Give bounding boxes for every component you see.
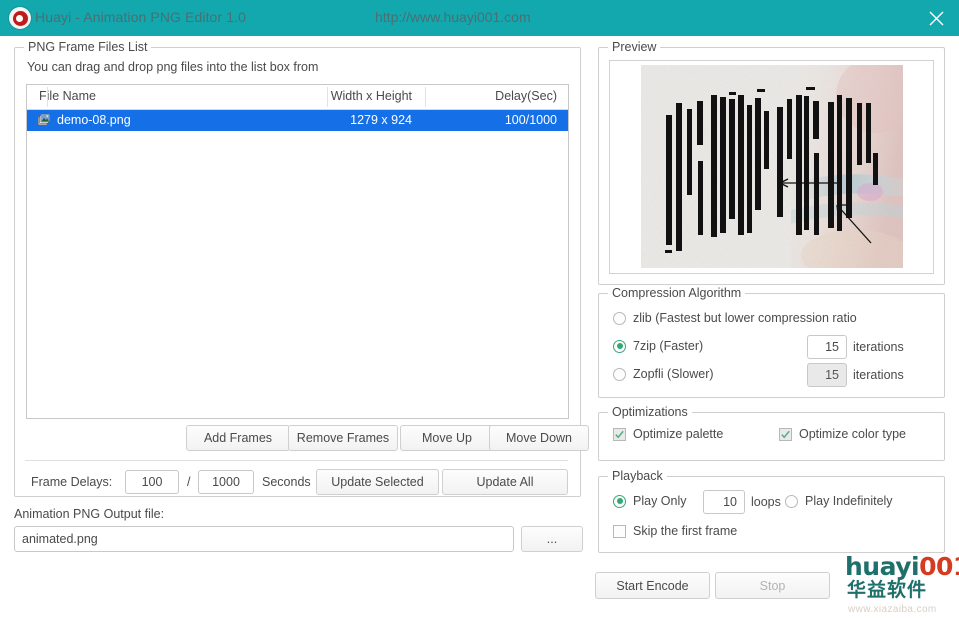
compression-algorithm-group: Compression Algorithm zlib (Fastest but … [598, 286, 945, 398]
radio-zlib-mark [613, 311, 626, 325]
checkbox-skip-mark [613, 524, 626, 538]
app-logo-icon [9, 7, 31, 29]
title-bar: Huayi - Animation PNG Editor 1.0 http://… [0, 0, 959, 36]
start-encode-button[interactable]: Start Encode [595, 572, 710, 599]
image-file-icon [37, 113, 51, 126]
radio-zlib[interactable]: zlib (Fastest but lower compression rati… [613, 311, 857, 325]
delay-separator: / [187, 475, 191, 489]
radio-7zip[interactable]: 7zip (Faster) [613, 339, 703, 353]
delay-denominator-input[interactable]: 1000 [198, 470, 254, 494]
cell-file-name: demo-08.png [57, 113, 131, 127]
logo-wordmark: huayi001 [844, 552, 959, 581]
close-button[interactable] [913, 0, 959, 36]
huayi-logo: 2 huayi001 华益软件 www.xiazaiba.com [839, 553, 959, 615]
preview-image-content [641, 65, 903, 268]
radio-zopfli[interactable]: Zopfli (Slower) [613, 367, 714, 381]
column-header-dimensions[interactable]: Width x Height [277, 89, 412, 103]
checkbox-optimize-color-type[interactable]: Optimize color type [779, 427, 906, 441]
radio-play-only[interactable]: Play Only [613, 494, 687, 508]
move-down-button[interactable]: Move Down [489, 425, 589, 451]
loops-label: loops [751, 495, 781, 509]
radio-zopfli-label: Zopfli (Slower) [633, 367, 714, 381]
output-file-label: Animation PNG Output file: [14, 507, 165, 521]
logo-word-a: huayi [844, 552, 921, 581]
frame-buttons-row: Add Frames Remove Frames Move Up Move Do… [15, 425, 589, 453]
column-divider [425, 87, 426, 107]
checkbox-colortype-mark [779, 427, 792, 441]
checkbox-optimize-palette[interactable]: Optimize palette [613, 427, 723, 441]
preview-legend: Preview [608, 40, 661, 54]
delay-numerator-input[interactable]: 100 [125, 470, 179, 494]
logo-word-b: 001 [918, 552, 959, 581]
preview-image [641, 65, 903, 268]
checkbox-colortype-label: Optimize color type [799, 427, 906, 441]
checkbox-palette-label: Optimize palette [633, 427, 724, 441]
compression-legend: Compression Algorithm [608, 286, 746, 300]
add-frames-button[interactable]: Add Frames [186, 425, 290, 451]
iterations-zopfli-input: 15 [807, 363, 847, 387]
radio-7zip-label: 7zip (Faster) [633, 339, 704, 353]
frames-list-box[interactable]: File Name Width x Height Delay(Sec) demo… [26, 84, 569, 419]
loops-input[interactable]: 10 [703, 490, 745, 514]
column-divider [47, 87, 48, 107]
update-selected-button[interactable]: Update Selected [316, 469, 439, 495]
radio-play-only-mark [613, 494, 626, 508]
cell-dimensions: 1279 x 924 [350, 113, 412, 127]
check-icon [615, 430, 624, 438]
move-up-button[interactable]: Move Up [400, 425, 494, 451]
optimizations-group: Optimizations Optimize palette Optimize … [598, 405, 945, 461]
iterations-zopfli-label: iterations [853, 368, 904, 382]
logo-watermark: www.xiazaiba.com [848, 604, 937, 615]
optimizations-legend: Optimizations [608, 405, 692, 419]
update-all-button[interactable]: Update All [442, 469, 568, 495]
png-frame-files-group: PNG Frame Files List You can drag and dr… [14, 40, 589, 497]
playback-group: Playback Play Only 10 loops Play Indefin… [598, 469, 945, 553]
seconds-label: Seconds [262, 475, 311, 489]
logo-chinese-text: 华益软件 [847, 579, 928, 601]
check-icon [781, 430, 790, 438]
preview-frame [609, 60, 934, 274]
radio-play-indefinitely-label: Play Indefinitely [805, 494, 893, 508]
remove-frames-button[interactable]: Remove Frames [288, 425, 398, 451]
checkbox-skip-first-frame[interactable]: Skip the first frame [613, 524, 737, 538]
checkbox-skip-label: Skip the first frame [633, 524, 738, 538]
section-divider [25, 460, 568, 461]
output-file-input[interactable]: animated.png [14, 526, 514, 552]
frame-delays-row: Frame Delays: 100 / 1000 Seconds Update … [15, 469, 580, 497]
window-title: Huayi - Animation PNG Editor 1.0 [35, 9, 246, 25]
radio-play-indefinitely-mark [785, 494, 798, 508]
png-frame-files-legend: PNG Frame Files List [24, 40, 152, 54]
column-divider [327, 87, 328, 107]
radio-play-only-label: Play Only [633, 494, 687, 508]
playback-legend: Playback [608, 469, 667, 483]
close-icon [929, 11, 943, 25]
website-url: http://www.huayi001.com [375, 9, 531, 25]
iterations-7zip-label: iterations [853, 340, 904, 354]
radio-play-indefinitely[interactable]: Play Indefinitely [785, 494, 893, 508]
radio-7zip-mark [613, 339, 626, 353]
frame-delays-label: Frame Delays: [31, 475, 113, 489]
column-header-delay[interactable]: Delay(Sec) [427, 89, 557, 103]
browse-output-button[interactable]: ... [521, 526, 583, 552]
radio-zopfli-mark [613, 367, 626, 381]
checkbox-palette-mark [613, 427, 626, 441]
drag-drop-hint: You can drag and drop png files into the… [27, 60, 319, 74]
stop-button: Stop [715, 572, 830, 599]
iterations-7zip-input[interactable]: 15 [807, 335, 847, 359]
table-row[interactable]: demo-08.png 1279 x 924 100/1000 [27, 110, 568, 131]
preview-group: Preview [598, 40, 945, 285]
cell-delay: 100/1000 [504, 113, 557, 127]
frames-list-header: File Name Width x Height Delay(Sec) [27, 85, 568, 110]
radio-zlib-label: zlib (Fastest but lower compression rati… [633, 311, 857, 325]
